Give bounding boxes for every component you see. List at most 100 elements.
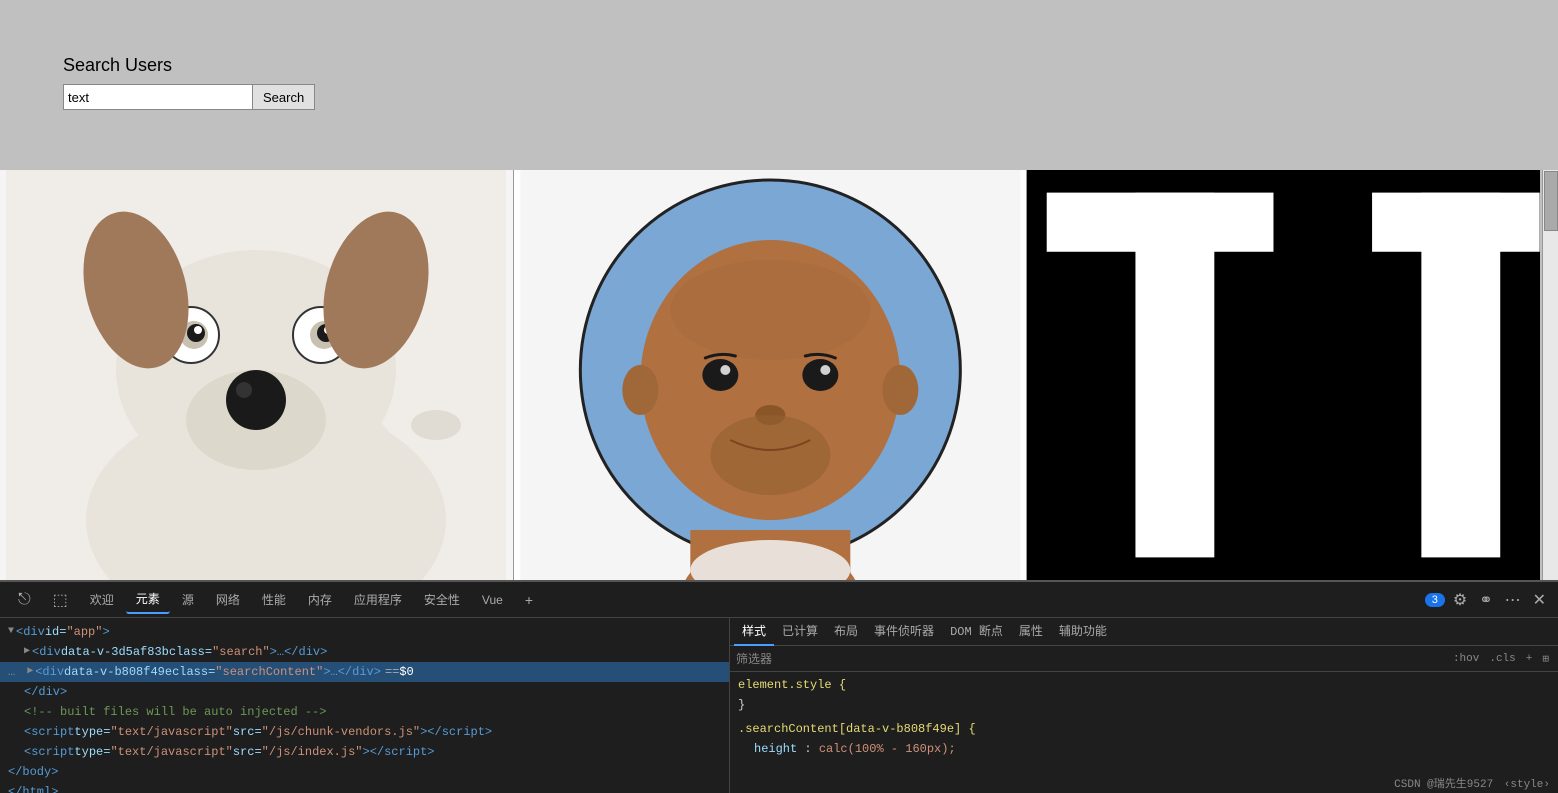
styles-tab-dombreakpoints[interactable]: DOM 断点 [942, 618, 1011, 646]
csdn-watermark: CSDN @瑞先生9527 [1394, 779, 1493, 791]
close-icon[interactable]: ✕ [1529, 588, 1550, 612]
styles-filter-bar: 筛选器 :hov .cls + ⊞ [730, 646, 1558, 672]
devtools-tab-vue[interactable]: Vue [472, 586, 513, 614]
html-line-html[interactable]: </html> [0, 782, 729, 793]
devtools-tab-source[interactable]: 源 [172, 586, 204, 614]
search-row: Search [63, 84, 315, 110]
app-area: Search Users Search [0, 0, 1558, 580]
security-label: 安全性 [424, 591, 460, 608]
styles-tab-eventlisteners[interactable]: 事件侦听器 [866, 618, 942, 646]
tag-divclose: </div> [24, 683, 67, 701]
arrow-icon: ▼ [8, 623, 14, 641]
devtools-tab-security[interactable]: 安全性 [414, 586, 470, 614]
dombreakpoints-label: DOM 断点 [950, 622, 1003, 639]
tag-span: <div [16, 623, 45, 641]
devtools-panel: ⎋ ⬚ 欢迎 元素 源 网络 性能 内存 应用程序 安全性 Vue [0, 580, 1558, 793]
html-line-divclose[interactable]: </div> [0, 682, 729, 702]
close-script2: ></script> [363, 743, 435, 761]
hov-button[interactable]: :hov [1450, 653, 1482, 665]
html-line-search[interactable]: ▶ <div data-v-3d5af83b class= "search" >… [0, 642, 729, 662]
scrollbar-track[interactable] [1542, 170, 1558, 580]
tag-sc: <div [35, 663, 64, 681]
accessibility-label: 辅助功能 [1059, 622, 1107, 639]
properties-label: 属性 [1019, 622, 1043, 639]
html-line-script1[interactable]: <script type= "text/javascript" src= "/j… [0, 722, 729, 742]
attr-src-val2: "/js/index.js" [262, 743, 363, 761]
styles-tab-styles[interactable]: 样式 [734, 618, 774, 646]
search-button[interactable]: Search [253, 84, 315, 110]
more-icon[interactable]: ⋯ [1501, 588, 1525, 612]
scrollbar-thumb[interactable] [1544, 171, 1558, 231]
tag-html: </html> [8, 783, 58, 793]
html-line-comment[interactable]: <!-- built files will be auto injected -… [0, 702, 729, 722]
search-title: Search Users [63, 55, 315, 76]
styles-tab-computed[interactable]: 已计算 [774, 618, 826, 646]
image-cell-dog [0, 170, 514, 580]
devtools-tab-elements[interactable]: 元素 [126, 586, 170, 614]
html-line-app[interactable]: ▼ <div id= "app" > [0, 622, 729, 642]
devtools-tab-more[interactable]: + [515, 586, 543, 614]
devtools-tab-application[interactable]: 应用程序 [344, 586, 412, 614]
tag-search: <div [32, 643, 61, 661]
devtools-main: ▼ <div id= "app" > ▶ <div data-v-3d5af83… [0, 618, 1558, 793]
attr-type-val1: "text/javascript" [110, 723, 232, 741]
network-label: 网络 [216, 591, 240, 608]
dots-indicator: … [8, 663, 15, 681]
image-grid [0, 170, 1540, 580]
grid-button[interactable]: ⊞ [1539, 652, 1552, 666]
tag-close: > [102, 623, 109, 641]
settings-icon[interactable]: ⚙ [1449, 588, 1471, 612]
equals-indicator: == [385, 663, 399, 681]
connect-icon[interactable]: ⚭ [1475, 588, 1496, 612]
html-line-body[interactable]: </body> [0, 762, 729, 782]
colon: : [804, 742, 818, 756]
attr-id-val: "app" [66, 623, 102, 641]
devtools-tab-console-icon[interactable]: ⎋ [8, 586, 41, 614]
arrow-icon-2: ▶ [24, 643, 30, 661]
devtools-badge: 3 [1425, 593, 1445, 607]
devtools-tab-performance[interactable]: 性能 [252, 586, 296, 614]
element-style-selector: element.style { [738, 678, 846, 692]
console-icon: ⎋ [18, 591, 31, 609]
styles-label: 样式 [742, 622, 766, 639]
search-section: Search Users Search [63, 55, 315, 110]
comment-text: <!-- built files will be auto injected -… [24, 703, 326, 721]
html-line-searchcontent[interactable]: … ▶ <div data-v-b808f49e class= "searchC… [0, 662, 729, 682]
devtools-tabs-right: 3 ⚙ ⚭ ⋯ ✕ [1425, 588, 1550, 612]
styles-tab-accessibility[interactable]: 辅助功能 [1051, 618, 1115, 646]
attr-class: class= [169, 643, 212, 661]
styles-tabbar: 样式 已计算 布局 事件侦听器 DOM 断点 属性 辅助功能 [730, 618, 1558, 646]
application-label: 应用程序 [354, 591, 402, 608]
html-line-script2[interactable]: <script type= "text/javascript" src= "/j… [0, 742, 729, 762]
tag-body: </body> [8, 763, 58, 781]
plus-button[interactable]: + [1523, 653, 1536, 665]
dog-placeholder [0, 170, 513, 580]
attr-type2: type= [74, 743, 110, 761]
search-input[interactable] [63, 84, 253, 110]
elements-label: 元素 [136, 590, 160, 607]
styles-tab-layout[interactable]: 布局 [826, 618, 866, 646]
element-style-rule: element.style { [738, 676, 1550, 694]
searchcontent-height: height : calc(100% - 160px); [738, 740, 1550, 758]
indent-2 [19, 663, 27, 681]
devtools-tab-memory[interactable]: 内存 [298, 586, 342, 614]
attr-class2: class= [172, 663, 215, 681]
cls-button[interactable]: .cls [1486, 653, 1518, 665]
plus-icon: + [525, 592, 533, 608]
indent-1 [8, 643, 24, 661]
searchcontent-rule: .searchContent[data-v-b808f49e] { [738, 720, 1550, 738]
attr-src2: src= [233, 743, 262, 761]
styles-tab-properties[interactable]: 属性 [1011, 618, 1051, 646]
filter-right: :hov .cls + ⊞ [1450, 652, 1552, 666]
devtools-tab-inspect-icon[interactable]: ⬚ [43, 586, 78, 614]
attr-type1: type= [74, 723, 110, 741]
memory-label: 内存 [308, 591, 332, 608]
height-prop: height [754, 742, 797, 756]
close-brace: } [738, 698, 745, 712]
devtools-tab-welcome[interactable]: 欢迎 [80, 586, 124, 614]
inspect-icon: ⬚ [53, 590, 68, 610]
devtools-tabbar: ⎋ ⬚ 欢迎 元素 源 网络 性能 内存 应用程序 安全性 Vue [0, 582, 1558, 618]
devtools-tab-network[interactable]: 网络 [206, 586, 250, 614]
welcome-label: 欢迎 [90, 591, 114, 608]
dollar-sign: $0 [399, 663, 413, 681]
